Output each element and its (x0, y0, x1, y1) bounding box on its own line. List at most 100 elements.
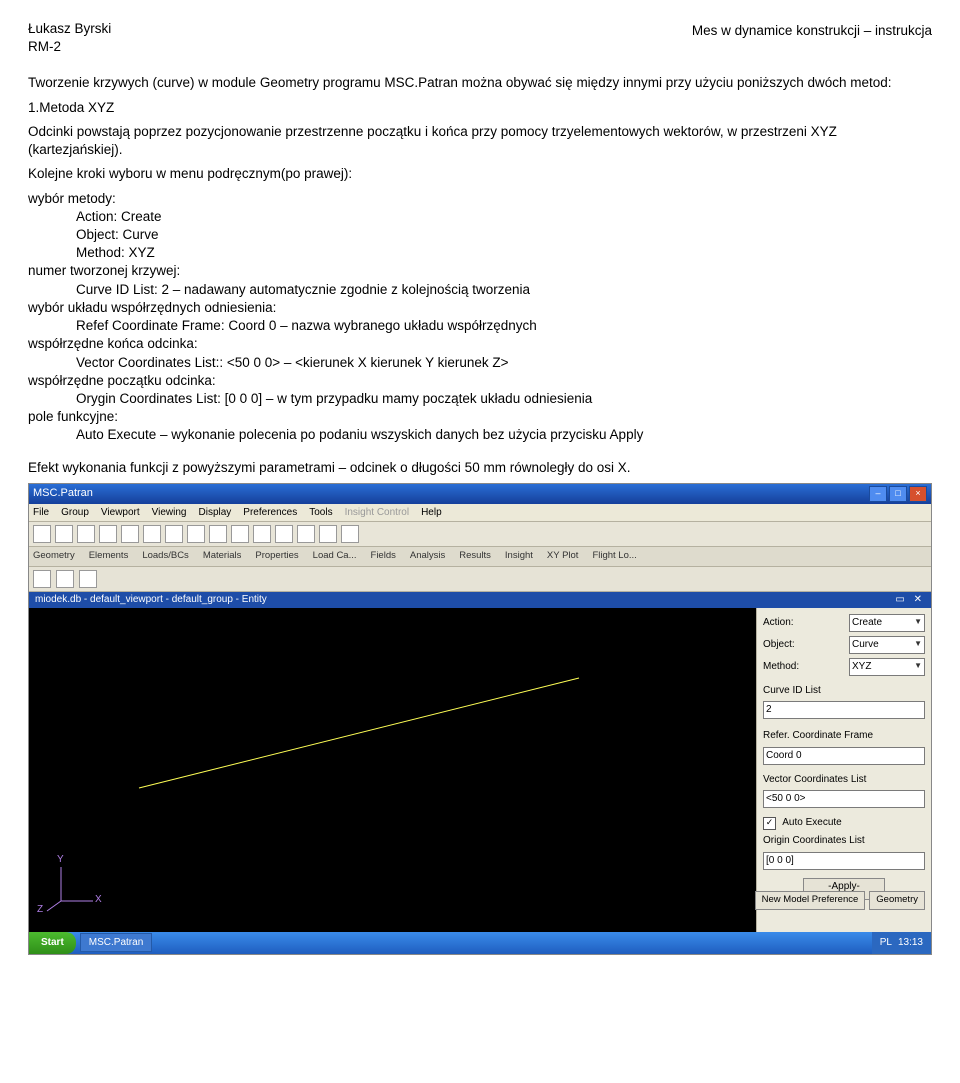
tray-lang[interactable]: PL (880, 936, 892, 950)
curve-number-label: numer tworzonej krzywej: (28, 262, 932, 280)
refframe-line: Refef Coordinate Frame: Coord 0 – nazwa … (76, 317, 932, 335)
tab-elements[interactable]: Elements (89, 550, 129, 563)
tab-loads[interactable]: Loads/BCs (142, 550, 188, 563)
curve-id-input[interactable]: 2 (763, 701, 925, 719)
toolbar-icon[interactable] (55, 525, 73, 543)
geometry-button[interactable]: Geometry (869, 891, 925, 910)
windows-taskbar: Start MSC.Patran PL 13:13 (29, 932, 931, 954)
menu-group[interactable]: Group (61, 506, 89, 520)
menu-tools[interactable]: Tools (309, 506, 332, 520)
choose-method-label: wybór metody: (28, 190, 932, 208)
window-controls: – □ × (869, 486, 927, 502)
menu-viewport[interactable]: Viewport (101, 506, 140, 520)
toolbar-icon[interactable] (187, 525, 205, 543)
menu-display[interactable]: Display (199, 506, 232, 520)
toolbar-icon[interactable] (209, 525, 227, 543)
viewport-controls[interactable]: ▭ ✕ (895, 593, 925, 607)
method1-desc: Odcinki powstają poprzez pozycjonowanie … (28, 123, 932, 159)
bottom-buttons: New Model Preference Geometry (755, 891, 925, 910)
author-group: RM-2 (28, 38, 111, 56)
menu-bar: File Group Viewport Viewing Display Pref… (29, 504, 931, 523)
toolbar-icon[interactable] (121, 525, 139, 543)
start-coord-label: współrzędne początku odcinka: (28, 372, 932, 390)
effect-text: Efekt wykonania funkcji z powyższymi par… (28, 459, 932, 477)
maximize-button[interactable]: □ (889, 486, 907, 502)
axis-triad: Y Z X (43, 857, 103, 922)
axis-x-label: X (95, 893, 102, 907)
object-line: Object: Curve (76, 226, 932, 244)
menu-file[interactable]: File (33, 506, 49, 520)
system-tray[interactable]: PL 13:13 (872, 932, 931, 954)
start-button[interactable]: Start (29, 932, 76, 954)
close-button[interactable]: × (909, 486, 927, 502)
tab-analysis[interactable]: Analysis (410, 550, 445, 563)
action-line: Action: Create (76, 208, 932, 226)
coord-system-label: wybór układu współrzędnych odniesienia: (28, 299, 932, 317)
toolbar-icon[interactable] (231, 525, 249, 543)
tab-fields[interactable]: Fields (371, 550, 396, 563)
autoexec-line: Auto Execute – wykonanie polecenia po po… (76, 426, 932, 444)
tab-geometry[interactable]: Geometry (33, 550, 75, 563)
origin-input[interactable]: [0 0 0] (763, 852, 925, 870)
toolbar-icon[interactable] (56, 570, 74, 588)
object-select[interactable]: Curve▼ (849, 636, 925, 654)
toolbar-icon[interactable] (165, 525, 183, 543)
toolbar-icon[interactable] (341, 525, 359, 543)
toolbar-icon[interactable] (99, 525, 117, 543)
header-left: Łukasz Byrski RM-2 (28, 20, 111, 56)
menu-preferences[interactable]: Preferences (243, 506, 297, 520)
new-model-pref-button[interactable]: New Model Preference (755, 891, 866, 910)
tab-flight[interactable]: Flight Lo... (592, 550, 636, 563)
tab-materials[interactable]: Materials (203, 550, 242, 563)
toolbar-icon[interactable] (275, 525, 293, 543)
tray-clock: 13:13 (898, 936, 923, 950)
tab-properties[interactable]: Properties (255, 550, 298, 563)
method-label: Method: (763, 660, 799, 674)
sub-toolbar (29, 567, 931, 592)
method1-sub: Kolejne kroki wyboru w menu podręcznym(p… (28, 165, 932, 183)
toolbar-icon[interactable] (33, 570, 51, 588)
action-select[interactable]: Create▼ (849, 614, 925, 632)
tab-xyplot[interactable]: XY Plot (547, 550, 579, 563)
object-label: Object: (763, 638, 795, 652)
toolbar-icon[interactable] (77, 525, 95, 543)
curve-line (99, 648, 599, 808)
toolbar-icon[interactable] (297, 525, 315, 543)
viewport-canvas[interactable]: Y Z X (29, 608, 756, 938)
intro-text: Tworzenie krzywych (curve) w module Geom… (28, 74, 932, 92)
functional-field-label: pole funkcyjne: (28, 408, 932, 426)
main-area: Y Z X Action: Create▼ Object: Curve▼ Met… (29, 608, 931, 938)
module-tabs: Geometry Elements Loads/BCs Materials Pr… (29, 547, 931, 567)
toolbar-icon[interactable] (253, 525, 271, 543)
ref-frame-input[interactable]: Coord 0 (763, 747, 925, 765)
menu-help[interactable]: Help (421, 506, 442, 520)
doc-title: Mes w dynamice konstrukcji – instrukcja (692, 20, 932, 40)
vector-input[interactable]: <50 0 0> (763, 790, 925, 808)
menu-viewing[interactable]: Viewing (152, 506, 187, 520)
main-toolbar (29, 522, 931, 547)
patran-window: MSC.Patran – □ × File Group Viewport Vie… (28, 483, 932, 955)
end-coord-label: współrzędne końca odcinka: (28, 335, 932, 353)
tab-results[interactable]: Results (459, 550, 491, 563)
author-name: Łukasz Byrski (28, 20, 111, 38)
toolbar-icon[interactable] (79, 570, 97, 588)
tab-insight[interactable]: Insight (505, 550, 533, 563)
method-select[interactable]: XYZ▼ (849, 658, 925, 676)
toolbar-icon[interactable] (319, 525, 337, 543)
autoexec-label: Auto Execute (782, 817, 841, 828)
autoexec-row[interactable]: ✓ Auto Execute (763, 816, 925, 830)
toolbar-icon[interactable] (33, 525, 51, 543)
menu-insight: Insight Control (345, 506, 409, 520)
viewport-title-text: miodek.db - default_viewport - default_g… (35, 593, 267, 607)
method1-title: 1.Metoda XYZ (28, 99, 932, 117)
taskbar-item[interactable]: MSC.Patran (80, 933, 152, 952)
viewport-title: miodek.db - default_viewport - default_g… (29, 592, 931, 608)
toolbar-icon[interactable] (143, 525, 161, 543)
origin-label: Origin Coordinates List (763, 834, 925, 848)
page-header: Łukasz Byrski RM-2 Mes w dynamice konstr… (28, 20, 932, 56)
autoexec-checkbox[interactable]: ✓ (763, 817, 776, 830)
tab-loadcases[interactable]: Load Ca... (313, 550, 357, 563)
window-title: MSC.Patran (33, 486, 93, 501)
origin-line: Orygin Coordinates List: [0 0 0] – w tym… (76, 390, 932, 408)
minimize-button[interactable]: – (869, 486, 887, 502)
